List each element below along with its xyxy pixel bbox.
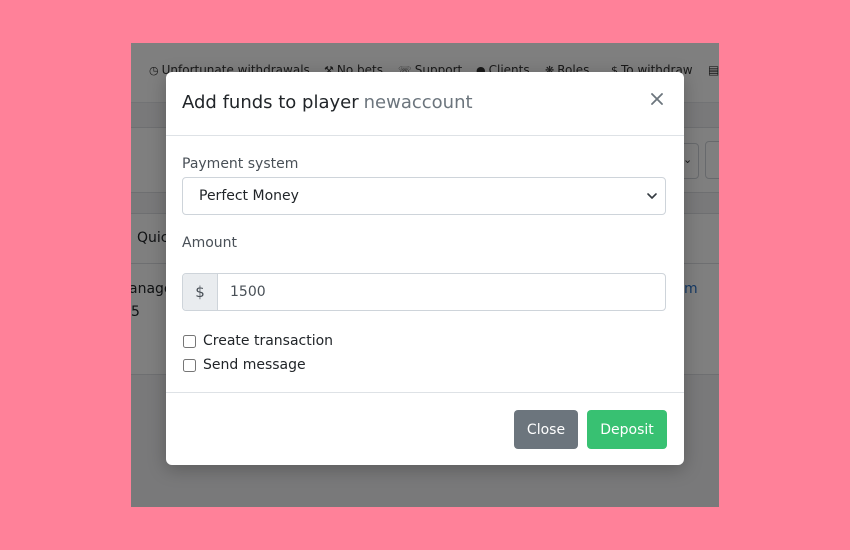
create-transaction-label: Create transaction bbox=[203, 333, 334, 349]
deposit-button[interactable]: Deposit bbox=[587, 410, 667, 449]
amount-input[interactable] bbox=[218, 274, 665, 310]
chevron-down-icon bbox=[647, 193, 657, 199]
close-button[interactable]: Close bbox=[514, 410, 578, 449]
modal-header: Add funds to player newaccount bbox=[166, 72, 684, 136]
add-funds-modal: Add funds to player newaccount Payment sy… bbox=[166, 72, 684, 465]
create-transaction-checkbox[interactable] bbox=[183, 334, 196, 348]
close-icon[interactable] bbox=[646, 88, 668, 110]
currency-prefix: $ bbox=[183, 274, 218, 310]
send-message-checkbox[interactable] bbox=[183, 358, 196, 372]
player-name: newaccount bbox=[363, 92, 473, 113]
modal-footer: Close Deposit bbox=[166, 392, 684, 465]
send-message-checkbox-row[interactable]: Send message bbox=[182, 357, 306, 373]
amount-label: Amount bbox=[182, 235, 238, 251]
create-transaction-checkbox-row[interactable]: Create transaction bbox=[182, 333, 333, 349]
payment-system-value: Perfect Money bbox=[199, 188, 299, 204]
payment-system-label: Payment system bbox=[182, 156, 299, 172]
modal-title: Add funds to player newaccount bbox=[182, 92, 473, 113]
payment-system-select[interactable]: Perfect Money bbox=[182, 177, 666, 215]
send-message-label: Send message bbox=[203, 357, 306, 373]
modal-title-text: Add funds to player bbox=[182, 92, 359, 113]
amount-input-group: $ bbox=[182, 273, 666, 311]
modal-body: Payment system Perfect Money Amount $ Cr… bbox=[166, 136, 684, 392]
